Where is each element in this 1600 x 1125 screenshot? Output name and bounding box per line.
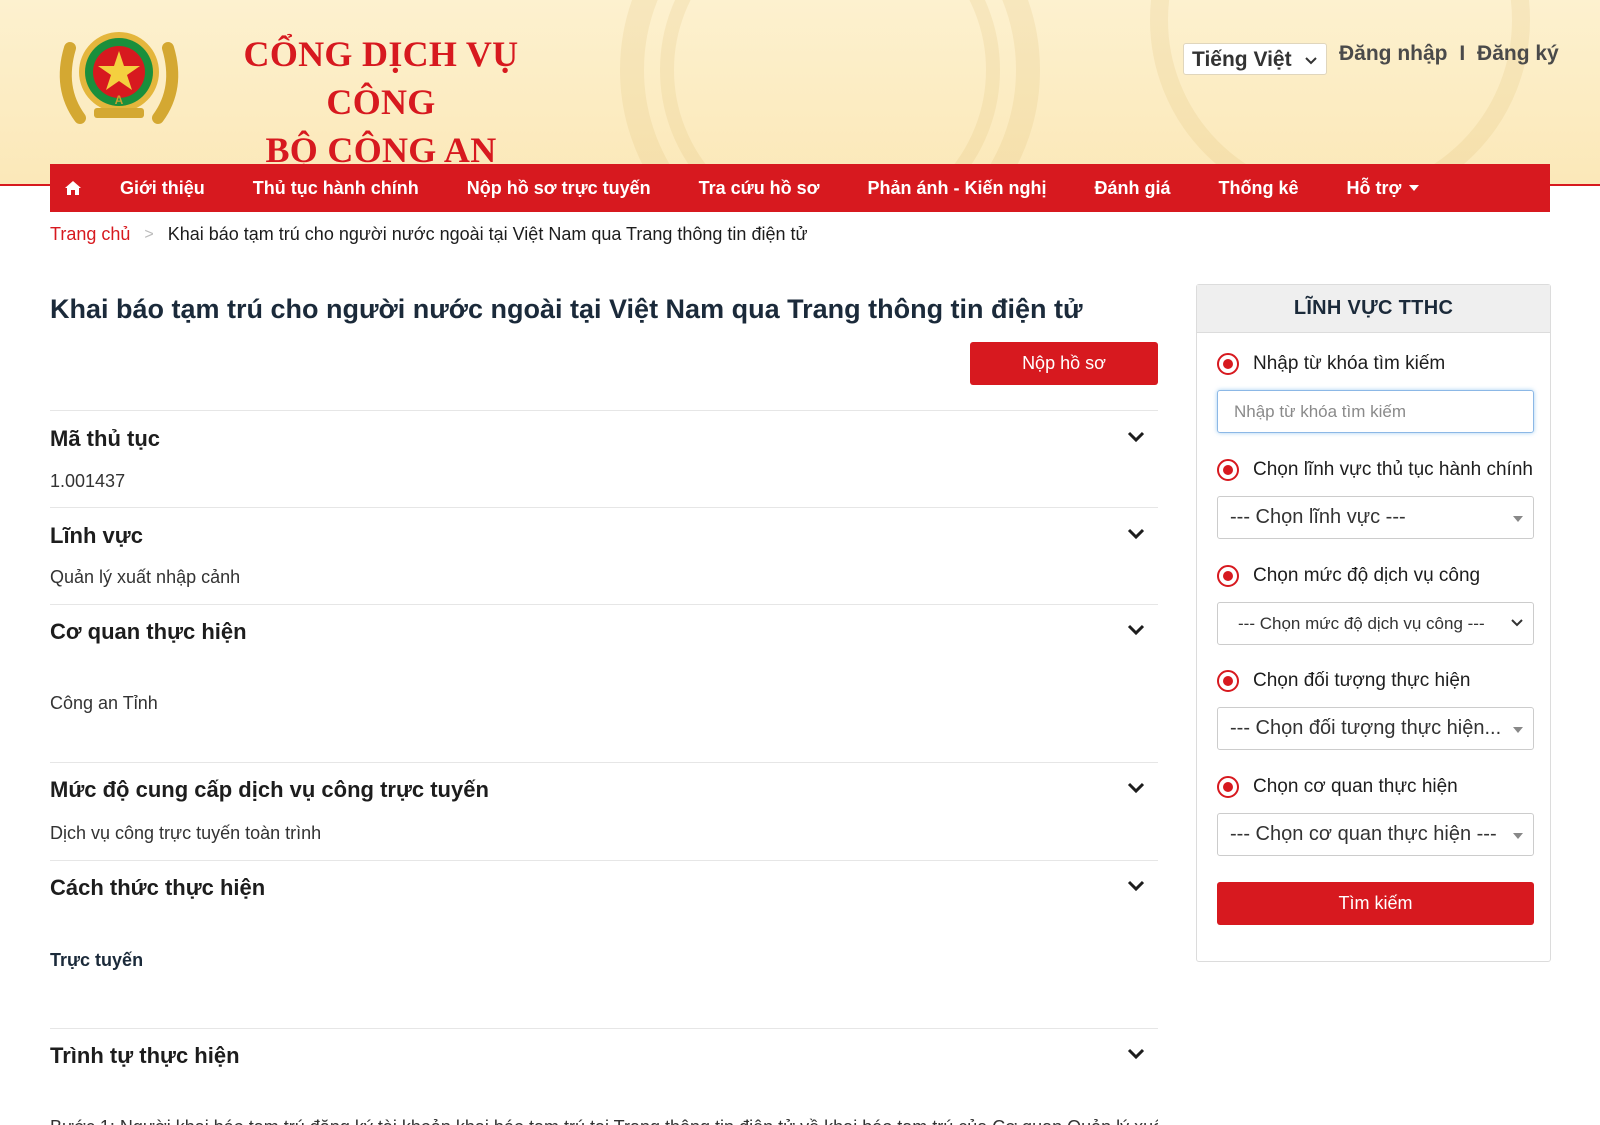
agency-select[interactable]: --- Chọn cơ quan thực hiện --- (1217, 813, 1534, 856)
section-title: Lĩnh vực (50, 523, 143, 548)
police-emblem-logo[interactable]: A (50, 18, 188, 134)
chevron-down-icon[interactable] (1126, 430, 1146, 444)
site-title-line1: CỔNG DỊCH VỤ CÔNG (243, 34, 519, 122)
radio-selected-icon (1217, 776, 1239, 798)
nav-item-nop-ho-so-truc-tuyen[interactable]: Nộp hồ sơ trực tuyến (443, 164, 675, 212)
breadcrumb-current: Khai báo tạm trú cho người nước ngoài tạ… (167, 224, 808, 244)
chevron-down-icon (1511, 619, 1523, 627)
subject-label: Chọn đối tượng thực hiện (1253, 670, 1471, 691)
chevron-down-icon[interactable] (1126, 623, 1146, 637)
caret-down-icon (1409, 185, 1420, 191)
search-sidebar: LĨNH VỰC TTHC Nhập từ khóa tìm kiếm Nhập… (1196, 284, 1551, 962)
nav-item-phan-anh-kien-nghi[interactable]: Phản ánh - Kiến nghị (843, 164, 1070, 212)
subject-select[interactable]: --- Chọn đối tượng thực hiện... (1217, 707, 1534, 750)
nav-home[interactable] (50, 164, 96, 212)
chevron-down-icon[interactable] (1126, 1047, 1146, 1061)
drum-pattern-decoration (1150, 0, 1530, 186)
section-value: Công an Tỉnh (50, 693, 158, 713)
chevron-down-icon[interactable] (1126, 879, 1146, 893)
section-value: Trực tuyến (50, 950, 144, 970)
chevron-down-icon[interactable] (1126, 781, 1146, 795)
submit-application-button[interactable]: Nộp hồ sơ (970, 342, 1158, 385)
level-select[interactable]: --- Chọn mức độ dịch vụ công --- (1217, 602, 1534, 645)
section-value: Quản lý xuất nhập cảnh (50, 567, 241, 587)
keyword-search-input[interactable]: Nhập từ khóa tìm kiếm (1217, 390, 1534, 433)
site-header: A CỔNG DỊCH VỤ CÔNG BỘ CÔNG AN Tiếng Việ… (0, 0, 1600, 186)
level-select-value: --- Chọn mức độ dịch vụ công --- (1238, 613, 1485, 633)
nav-item-gioi-thieu[interactable]: Giới thiệu (96, 164, 229, 212)
nav-item-tra-cuu-ho-so[interactable]: Tra cứu hồ sơ (675, 164, 844, 212)
subject-select-value: --- Chọn đối tượng thực hiện... (1230, 717, 1502, 739)
agency-label: Chọn cơ quan thực hiện (1253, 776, 1458, 797)
nav-item-ho-tro[interactable]: Hỗ trợ (1323, 164, 1444, 212)
language-value: Tiếng Việt (1192, 48, 1292, 71)
radio-selected-icon (1217, 670, 1239, 692)
section-title: Mã thủ tục (50, 426, 160, 451)
section-ma-thu-tuc: Mã thủ tục 1.001437 (50, 410, 1158, 507)
field-select[interactable]: --- Chọn lĩnh vực --- (1217, 496, 1534, 539)
section-title: Mức độ cung cấp dịch vụ công trực tuyến (50, 777, 489, 802)
breadcrumb-home-link[interactable]: Trang chủ (50, 224, 130, 245)
home-icon (65, 181, 81, 195)
drum-pattern-decoration (660, 0, 1000, 186)
radio-selected-icon (1217, 565, 1239, 587)
section-trinh-tu-thuc-hien: Trình tự thực hiện (50, 1028, 1158, 1125)
caret-down-icon (1513, 833, 1523, 839)
section-value: Bước 1: Người khai báo tạm trú đăng ký t… (50, 1117, 1158, 1125)
site-title[interactable]: CỔNG DỊCH VỤ CÔNG BỘ CÔNG AN (211, 30, 551, 174)
keyword-label: Nhập từ khóa tìm kiếm (1253, 353, 1446, 374)
level-label: Chọn mức độ dịch vụ công (1253, 565, 1481, 586)
chevron-down-icon (1305, 57, 1317, 65)
nav-item-danh-gia[interactable]: Đánh giá (1070, 164, 1194, 212)
section-title: Cách thức thực hiện (50, 875, 266, 900)
caret-down-icon (1513, 516, 1523, 522)
section-muc-do-cung-cap: Mức độ cung cấp dịch vụ công trực tuyến … (50, 762, 1158, 860)
radio-selected-icon (1217, 353, 1239, 375)
main-nav: Giới thiệu Thủ tục hành chính Nộp hồ sơ … (50, 164, 1550, 212)
breadcrumb-separator: > (144, 225, 154, 243)
nav-item-thu-tuc-hanh-chinh[interactable]: Thủ tục hành chính (229, 164, 443, 212)
caret-down-icon (1513, 727, 1523, 733)
section-cach-thuc-thuc-hien: Cách thức thực hiện Trực tuyến (50, 860, 1158, 1028)
section-title: Cơ quan thực hiện (50, 619, 247, 644)
breadcrumb: Trang chủ > Khai báo tạm trú cho người n… (50, 224, 808, 245)
register-link[interactable]: Đăng ký (1477, 42, 1559, 66)
svg-text:A: A (115, 93, 124, 107)
level-radio[interactable]: Chọn mức độ dịch vụ công (1217, 565, 1480, 587)
nav-item-ho-tro-label: Hỗ trợ (1346, 177, 1402, 198)
field-select-value: --- Chọn lĩnh vực --- (1230, 506, 1406, 528)
agency-radio[interactable]: Chọn cơ quan thực hiện (1217, 776, 1458, 798)
search-button[interactable]: Tìm kiếm (1217, 882, 1534, 925)
keyword-radio[interactable]: Nhập từ khóa tìm kiếm (1217, 353, 1445, 375)
sidebar-title: LĨNH VỰC TTHC (1197, 285, 1550, 333)
agency-select-value: --- Chọn cơ quan thực hiện --- (1230, 823, 1497, 845)
section-value: Dịch vụ công trực tuyến toàn trình (50, 823, 322, 843)
login-link[interactable]: Đăng nhập (1339, 42, 1448, 66)
page-title: Khai báo tạm trú cho người nước ngoài tạ… (50, 294, 1083, 324)
nav-item-thong-ke[interactable]: Thống kê (1195, 164, 1323, 212)
language-select[interactable]: Tiếng Việt (1183, 43, 1327, 75)
chevron-down-icon[interactable] (1126, 527, 1146, 541)
radio-selected-icon (1217, 459, 1239, 481)
section-value: 1.001437 (50, 471, 126, 491)
section-co-quan-thuc-hien: Cơ quan thực hiện Công an Tỉnh (50, 604, 1158, 762)
keyword-placeholder: Nhập từ khóa tìm kiếm (1234, 401, 1407, 421)
field-radio[interactable]: Chọn lĩnh vực thủ tục hành chính (1217, 459, 1533, 481)
auth-links: Đăng nhập I Đăng ký (1339, 42, 1559, 66)
section-linh-vuc: Lĩnh vực Quản lý xuất nhập cảnh (50, 507, 1158, 604)
auth-separator: I (1459, 42, 1466, 65)
section-title: Trình tự thực hiện (50, 1043, 240, 1068)
subject-radio[interactable]: Chọn đối tượng thực hiện (1217, 670, 1470, 692)
field-label: Chọn lĩnh vực thủ tục hành chính (1253, 459, 1533, 480)
